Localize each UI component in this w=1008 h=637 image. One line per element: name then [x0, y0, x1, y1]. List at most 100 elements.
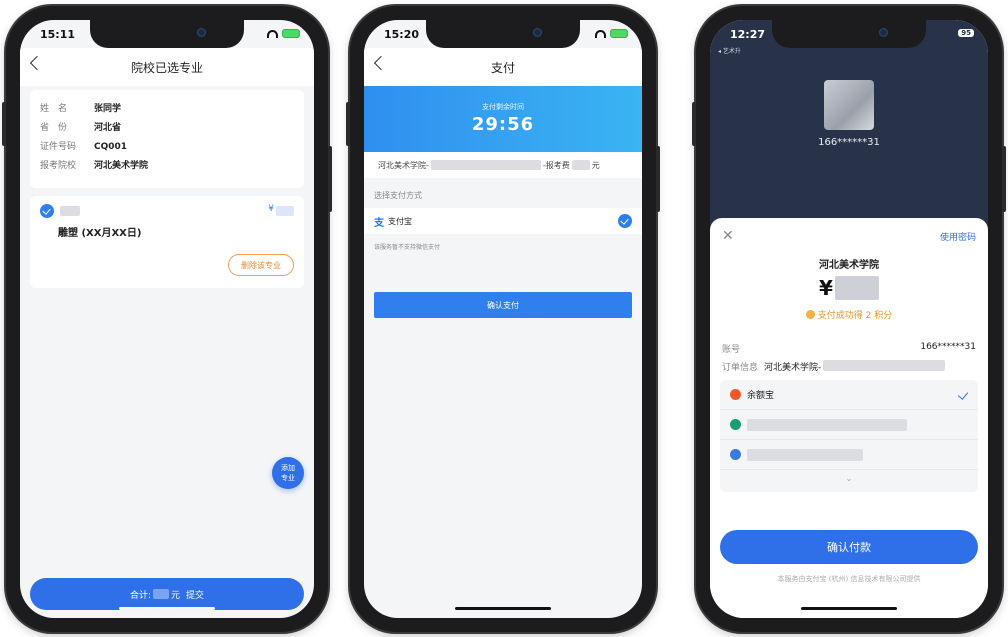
major-name: 雕塑 (XX月XX日) — [58, 228, 142, 239]
add-major-button[interactable]: 添加 专业 — [272, 457, 304, 489]
blurred-major — [430, 160, 541, 170]
info-row-province: 省 份 河北省 — [40, 119, 294, 138]
account-value: 166******31 — [920, 342, 976, 352]
back-to-app-link[interactable]: ◂ 艺术升 — [718, 46, 741, 55]
info-key: 报考院校 — [40, 161, 77, 171]
status-time: 15:20 — [384, 28, 420, 41]
back-arrow-icon[interactable] — [373, 55, 389, 71]
info-row-name: 姓 名 张同学 — [40, 100, 294, 119]
battery-icon — [610, 29, 628, 38]
student-info-card: 姓 名 张同学 省 份 河北省 证件号码 CQ001 报考院校 河北美术学院 — [30, 90, 304, 188]
screen-2: 15:20 支付 支付剩余时间 29:56 河北美术学院- -报考费 元 选择支… — [364, 20, 642, 618]
info-row-id: 证件号码 CQ001 — [40, 138, 294, 157]
bank-icon — [730, 419, 741, 430]
camera — [197, 28, 206, 37]
screen-1: 15:11 院校已选专业 姓 名 张同学 省 份 河北省 证件号码 CQ001 — [20, 20, 314, 618]
notch — [426, 20, 580, 48]
blurred-price — [276, 206, 294, 216]
payment-sheet: ✕ 使用密码 河北美术学院 ¥ 支付成功得 2 积分 账号 166******3… — [710, 218, 988, 618]
status-time: 12:27 — [730, 28, 766, 41]
total-unit: 元 — [171, 590, 181, 601]
blurred-label — [60, 206, 80, 216]
info-value: 河北美术学院 — [94, 161, 149, 171]
countdown-banner: 支付剩余时间 29:56 — [364, 86, 642, 152]
home-indicator — [801, 607, 897, 610]
notch — [772, 20, 926, 48]
method-name: 支付宝 — [388, 216, 412, 226]
phone-frame-3: 12:27 95 ◂ 艺术升 166******31 ✕ 使用密码 河北美术学院… — [692, 6, 1006, 632]
delete-major-button[interactable]: 删除该专业 — [228, 254, 294, 276]
payment-option-bank-1[interactable] — [720, 410, 978, 440]
reward-notice: 支付成功得 2 积分 — [710, 308, 988, 321]
blurred-amount — [834, 276, 879, 300]
info-row-school: 报考院校 河北美术学院 — [40, 157, 294, 176]
status-icons — [267, 29, 300, 38]
bank-icon — [730, 449, 741, 460]
selected-major-card: ¥ 雕塑 (XX月XX日) 删除该专业 — [30, 196, 304, 288]
info-key: 省 份 — [40, 123, 68, 133]
checkbox-checked-icon[interactable] — [40, 204, 54, 218]
info-key: 证件号码 — [40, 142, 77, 152]
info-value: CQ001 — [94, 142, 128, 152]
blurred-fee — [571, 160, 590, 170]
fab-label-line1: 添加 — [281, 464, 295, 472]
confirm-payment-button[interactable]: 确认支付 — [374, 292, 632, 318]
info-key: 姓 名 — [40, 104, 68, 114]
battery-level: 95 — [958, 29, 974, 37]
fab-label-line2: 专业 — [281, 474, 295, 482]
account-row: 账号 166******31 — [722, 342, 976, 355]
reward-text: 支付成功得 2 积分 — [817, 311, 893, 321]
service-provider-note: 本服务由支付宝 (杭州) 信息技术有限公司提供 — [777, 575, 921, 583]
payment-method-list: 余额宝 ⌄ — [720, 380, 978, 492]
status-icons — [595, 29, 628, 38]
camera — [879, 28, 888, 37]
payment-option-bank-2[interactable] — [720, 440, 978, 470]
screen-3: 12:27 95 ◂ 艺术升 166******31 ✕ 使用密码 河北美术学院… — [710, 20, 988, 618]
order-unit: 元 — [591, 160, 600, 170]
wifi-icon — [267, 29, 278, 38]
camera — [533, 28, 542, 37]
nav-bar: 院校已选专业 — [20, 48, 314, 86]
wifi-icon — [595, 29, 606, 38]
info-value: 河北省 — [94, 123, 122, 133]
submit-button[interactable]: 合计: 元 提交 — [30, 578, 304, 610]
price-symbol: ¥ — [268, 204, 274, 214]
home-indicator — [119, 607, 215, 610]
countdown-label: 支付剩余时间 — [482, 103, 524, 111]
status-icons: 95 — [958, 29, 974, 37]
payment-method-section-label: 选择支付方式 — [374, 191, 422, 200]
payment-method-alipay[interactable]: 支 支付宝 — [364, 208, 642, 234]
home-indicator — [455, 607, 551, 610]
order-info-label: 订单信息 — [722, 363, 759, 373]
battery-icon — [282, 29, 300, 38]
info-value: 张同学 — [94, 104, 122, 114]
blurred-total — [153, 589, 169, 599]
close-icon[interactable]: ✕ — [722, 228, 734, 244]
payment-option-yuebao[interactable]: 余额宝 — [720, 380, 978, 410]
order-summary-row: 河北美术学院- -报考费 元 — [364, 152, 642, 178]
avatar — [824, 80, 874, 130]
yen-symbol: ¥ — [819, 276, 833, 300]
account-label: 账号 — [722, 345, 741, 355]
countdown-timer: 29:56 — [471, 114, 535, 135]
order-fee-label: -报考费 — [542, 160, 570, 170]
blurred-bank-name — [747, 448, 863, 461]
yuebao-icon — [730, 389, 741, 400]
total-label: 合计: — [129, 590, 151, 601]
expand-more-icon[interactable]: ⌄ — [720, 474, 978, 484]
wechat-unsupported-note: 该服务暂不支持微信支付 — [374, 244, 441, 251]
order-info-value: 河北美术学院- — [764, 363, 822, 373]
submit-label: 提交 — [186, 590, 205, 601]
blurred-order-detail — [823, 360, 946, 371]
payment-option-label: 余额宝 — [747, 391, 775, 401]
blurred-bank-name — [747, 418, 907, 431]
coin-icon — [805, 310, 815, 319]
account-masked-top: 166******31 — [818, 137, 880, 148]
use-password-link[interactable]: 使用密码 — [940, 230, 976, 243]
confirm-pay-button[interactable]: 确认付款 — [720, 530, 978, 564]
selected-check-icon — [618, 214, 632, 228]
back-arrow-icon[interactable] — [29, 55, 45, 71]
order-info-row: 订单信息 河北美术学院- — [722, 360, 976, 373]
phone-frame-1: 15:11 院校已选专业 姓 名 张同学 省 份 河北省 证件号码 CQ001 — [2, 6, 332, 632]
payment-amount: ¥ — [819, 276, 879, 300]
